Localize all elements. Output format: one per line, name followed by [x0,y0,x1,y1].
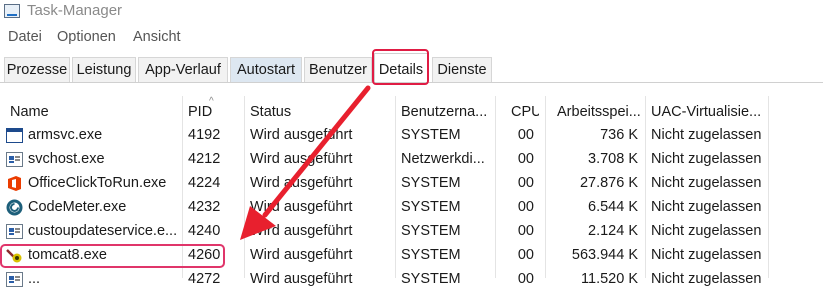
tab-autostart[interactable]: Autostart [230,57,302,83]
process-user: Netzwerkdi... [401,151,485,167]
process-memory: 27.876 K [579,175,638,191]
process-user: SYSTEM [401,175,461,191]
tab-app-verlauf[interactable]: App-Verlauf [138,57,228,83]
sort-ascending-icon: ^ [209,96,214,107]
column-header-uac[interactable]: UAC-Virtualisie... [651,94,766,128]
process-status: Wird ausgeführt [250,175,353,191]
process-name: custoupdateservice.e... [28,223,178,239]
tab-dienste[interactable]: Dienste [432,57,492,83]
tomcat-row-highlight [0,244,225,268]
table-row[interactable]: armsvc.exe 4192 Wird ausgeführt SYSTEM 0… [0,124,823,148]
process-pid: 4232 [188,199,221,215]
process-memory: 6.544 K [588,199,638,215]
window-app-icon [6,128,23,143]
table-row[interactable]: ... 4272 Wird ausgeführt SYSTEM 00 11.52… [0,268,823,292]
process-user: SYSTEM [401,247,461,263]
process-pid: 4212 [188,151,221,167]
process-cpu: 00 [517,223,534,239]
task-manager-icon [4,4,20,18]
process-pid: 4224 [188,175,221,191]
process-uac: Nicht zugelassen [651,151,762,167]
column-header-cpu[interactable]: CPU [511,94,539,128]
title-bar: Task-Manager [0,0,823,24]
office-icon [8,176,21,191]
process-cpu: 00 [517,175,534,191]
process-memory: 563.944 K [571,247,638,263]
service-host-icon [6,272,23,287]
process-name: ... [28,271,41,287]
window-title: Task-Manager [27,2,123,19]
process-name: armsvc.exe [28,127,103,143]
table-row[interactable]: OfficeClickToRun.exe 4224 Wird ausgeführ… [0,172,823,196]
process-uac: Nicht zugelassen [651,223,762,239]
process-name: svchost.exe [28,151,105,167]
process-uac: Nicht zugelassen [651,175,762,191]
process-status: Wird ausgeführt [250,199,353,215]
menu-ansicht[interactable]: Ansicht [133,29,181,45]
process-status: Wird ausgeführt [250,247,353,263]
menu-optionen[interactable]: Optionen [57,29,116,45]
process-pid: 4240 [188,223,221,239]
menu-datei[interactable]: Datei [8,29,42,45]
column-header-pid[interactable]: PID [188,94,242,128]
table-row[interactable]: svchost.exe 4212 Wird ausgeführt Netzwer… [0,148,823,172]
process-cpu: 00 [517,271,534,287]
process-user: SYSTEM [401,271,461,287]
process-uac: Nicht zugelassen [651,199,762,215]
column-header-user[interactable]: Benutzerna... [401,94,491,128]
process-cpu: 00 [517,199,534,215]
table-row[interactable]: CodeMeter.exe 4232 Wird ausgeführt SYSTE… [0,196,823,220]
process-name: CodeMeter.exe [28,199,127,215]
process-status: Wird ausgeführt [250,271,353,287]
process-user: SYSTEM [401,223,461,239]
column-header-memory[interactable]: Arbeitsspei... [557,94,641,128]
process-uac: Nicht zugelassen [651,247,762,263]
tab-leistung[interactable]: Leistung [72,57,136,83]
process-cpu: 00 [517,151,534,167]
process-status: Wird ausgeführt [250,223,353,239]
details-tab-highlight [372,49,429,85]
process-status: Wird ausgeführt [250,127,353,143]
process-memory: 11.520 K [581,271,638,287]
process-memory: 3.708 K [588,151,638,167]
process-uac: Nicht zugelassen [651,271,762,287]
process-cpu: 00 [517,247,534,263]
service-host-icon [6,224,23,239]
process-cpu: 00 [517,127,534,143]
process-user: SYSTEM [401,127,461,143]
column-header-name[interactable]: Name [10,94,180,128]
codemeter-icon [6,199,23,216]
process-status: Wird ausgeführt [250,151,353,167]
process-pid: 4192 [188,127,221,143]
table-row[interactable]: custoupdateservice.e... 4240 Wird ausgef… [0,220,823,244]
tab-benutzer[interactable]: Benutzer [304,57,372,83]
process-name: OfficeClickToRun.exe [28,175,167,191]
process-pid: 4272 [188,271,221,287]
process-uac: Nicht zugelassen [651,127,762,143]
process-memory: 2.124 K [588,223,638,239]
process-memory: 736 K [600,127,638,143]
process-user: SYSTEM [401,199,461,215]
column-header-status[interactable]: Status [250,94,392,128]
service-host-icon [6,152,23,167]
tab-prozesse[interactable]: Prozesse [4,57,70,83]
